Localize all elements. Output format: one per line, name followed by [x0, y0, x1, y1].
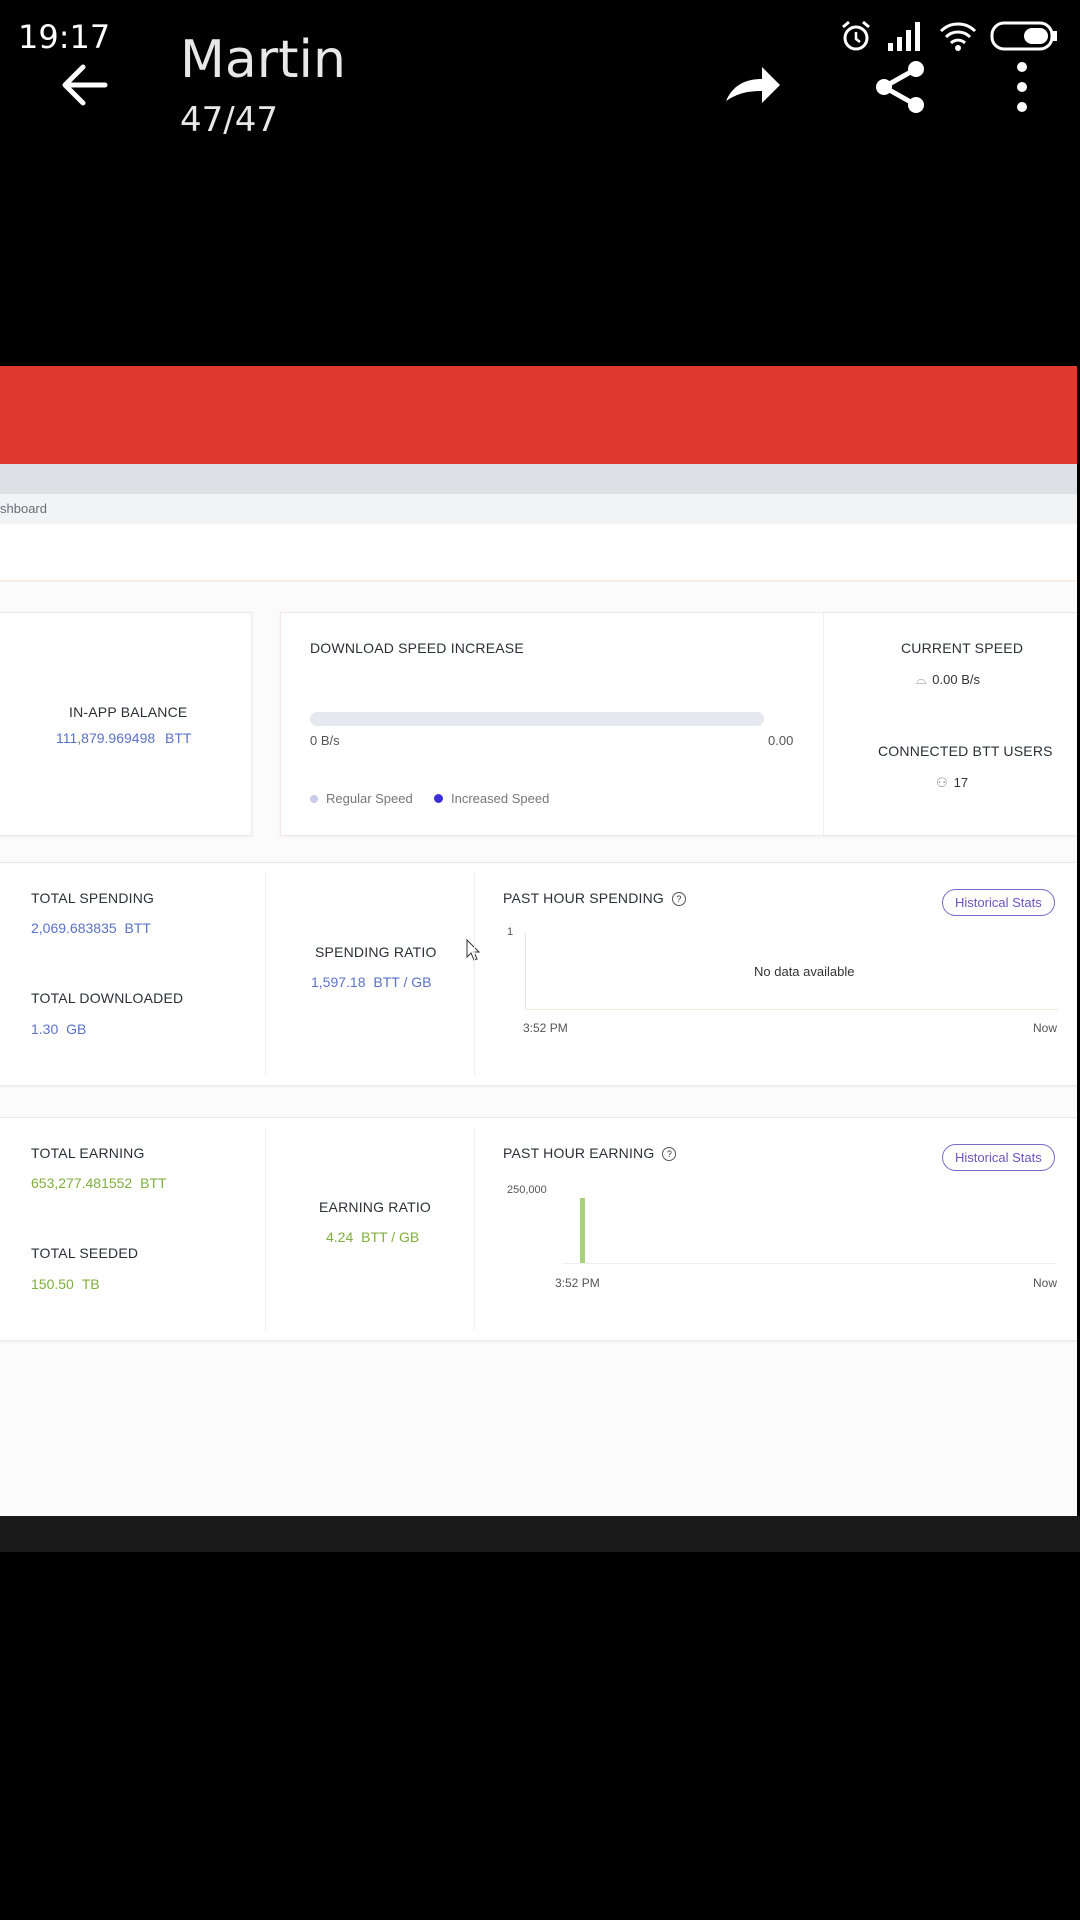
legend-regular-label: Regular Speed — [326, 791, 413, 806]
total-earning-label: TOTAL EARNING — [31, 1145, 145, 1161]
back-arrow-icon[interactable] — [55, 55, 115, 115]
total-seeded-unit: TB — [81, 1276, 100, 1292]
divider — [265, 1128, 266, 1330]
divider — [474, 1128, 475, 1330]
app-subheader-bar — [0, 464, 1077, 494]
total-downloaded-label: TOTAL DOWNLOADED — [31, 990, 184, 1006]
mouse-cursor-icon — [466, 939, 480, 961]
status-icons — [838, 18, 1058, 54]
battery-icon — [990, 21, 1057, 51]
connected-users-count: 17 — [953, 775, 969, 790]
spending-x-end: Now — [1033, 1021, 1058, 1035]
screenshot-bottom-edge — [0, 1516, 1080, 1552]
current-speed-label: CURRENT SPEED — [901, 640, 1024, 656]
download-speed-card: DOWNLOAD SPEED INCREASE 0 B/s 0.00 Regul… — [280, 612, 1077, 836]
breadcrumb: shboard — [0, 494, 1077, 524]
legend-increased-label: Increased Speed — [451, 791, 550, 806]
speedometer-icon: ⌓ — [916, 672, 927, 687]
historical-stats-button[interactable]: Historical Stats — [942, 889, 1055, 916]
balance-label: IN-APP BALANCE — [69, 704, 188, 720]
historical-stats-button[interactable]: Historical Stats — [942, 1144, 1055, 1171]
earning-y-tick: 250,000 — [507, 1184, 547, 1196]
total-seeded-amount: 150.50 — [31, 1276, 74, 1292]
balance-unit: BTT — [165, 730, 192, 746]
total-downloaded-unit: GB — [66, 1021, 87, 1037]
total-earning-value: 653,277.481552 BTT — [31, 1175, 167, 1191]
signal-icon — [888, 22, 920, 51]
alarm-icon — [842, 20, 870, 51]
total-downloaded-value: 1.30 GB — [31, 1021, 86, 1037]
past-hour-earning-text: PAST HOUR EARNING — [503, 1145, 655, 1161]
spending-ratio-label: SPENDING RATIO — [315, 944, 437, 960]
legend-increased-dot — [434, 794, 443, 803]
total-spending-unit: BTT — [124, 920, 151, 936]
spending-card: TOTAL SPENDING 2,069.683835 BTT TOTAL DO… — [0, 862, 1077, 1086]
spending-ratio-unit: BTT / GB — [373, 974, 432, 990]
balance-value: 111,879.969498 BTT — [56, 730, 191, 746]
legend-increased: Increased Speed — [434, 791, 549, 806]
current-speed-text: 0.00 B/s — [932, 672, 980, 687]
earning-ratio-unit: BTT / GB — [361, 1229, 420, 1245]
past-hour-spending-title: PAST HOUR SPENDING? — [503, 890, 686, 907]
connected-users-value: ⚇ 17 — [936, 775, 968, 791]
total-seeded-value: 150.50 TB — [31, 1276, 100, 1292]
earning-bar — [580, 1198, 585, 1263]
balance-amount: 111,879.969498 — [56, 730, 156, 746]
more-options-icon[interactable] — [990, 55, 1054, 119]
divider — [823, 613, 824, 835]
speed-min-label: 0 B/s — [310, 733, 340, 748]
balance-card: IN-APP BALANCE 111,879.969498 BTT — [0, 612, 252, 836]
total-spending-amount: 2,069.683835 — [31, 920, 117, 936]
spending-ratio-amount: 1,597.18 — [311, 974, 366, 990]
speed-progress-bar — [310, 712, 764, 726]
earning-ratio-amount: 4.24 — [326, 1229, 354, 1245]
divider — [265, 873, 266, 1075]
earning-card: TOTAL EARNING 653,277.481552 BTT TOTAL S… — [0, 1117, 1077, 1341]
forward-icon[interactable] — [720, 55, 784, 119]
total-seeded-label: TOTAL SEEDED — [31, 1245, 139, 1261]
legend-regular-dot — [310, 795, 318, 803]
earning-ratio-label: EARNING RATIO — [319, 1199, 432, 1215]
status-time: 19:17 — [18, 18, 111, 56]
divider — [474, 873, 475, 1075]
total-earning-unit: BTT — [140, 1175, 167, 1191]
image-counter: 47/47 — [180, 100, 278, 140]
toolbar-strip — [0, 526, 1077, 582]
current-speed-value: ⌓ 0.00 B/s — [916, 672, 980, 688]
earning-chart-area — [562, 1193, 1057, 1264]
users-icon: ⚇ — [936, 775, 948, 790]
earning-x-start: 3:52 PM — [555, 1276, 600, 1290]
legend-regular: Regular Speed — [310, 791, 413, 806]
total-spending-label: TOTAL SPENDING — [31, 890, 155, 906]
earning-ratio-value: 4.24 BTT / GB — [326, 1229, 419, 1245]
dashboard-content: IN-APP BALANCE 111,879.969498 BTT DOWNLO… — [0, 582, 1077, 1552]
connected-users-label: CONNECTED BTT USERS — [878, 743, 1053, 759]
spending-y-tick: 1 — [507, 926, 514, 938]
spending-x-start: 3:52 PM — [523, 1021, 568, 1035]
no-data-message: No data available — [754, 964, 855, 979]
wifi-icon — [939, 22, 977, 51]
help-icon[interactable]: ? — [662, 1147, 677, 1162]
screenshot-image: shboard IN-APP BALANCE 111,879.969498 BT… — [0, 366, 1077, 1552]
download-title: DOWNLOAD SPEED INCREASE — [310, 640, 524, 656]
share-icon[interactable] — [868, 55, 932, 119]
earning-x-end: Now — [1033, 1276, 1058, 1290]
spending-ratio-value: 1,597.18 BTT / GB — [311, 974, 431, 990]
total-spending-value: 2,069.683835 BTT — [31, 920, 151, 936]
speed-max-label: 0.00 — [768, 733, 794, 748]
past-hour-earning-title: PAST HOUR EARNING? — [503, 1145, 677, 1162]
viewer-title: Martin — [180, 30, 346, 90]
total-downloaded-amount: 1.30 — [31, 1021, 59, 1037]
total-earning-amount: 653,277.481552 — [31, 1175, 133, 1191]
app-header-bar — [0, 366, 1077, 464]
past-hour-spending-text: PAST HOUR SPENDING — [503, 890, 664, 906]
help-icon[interactable]: ? — [672, 892, 686, 907]
